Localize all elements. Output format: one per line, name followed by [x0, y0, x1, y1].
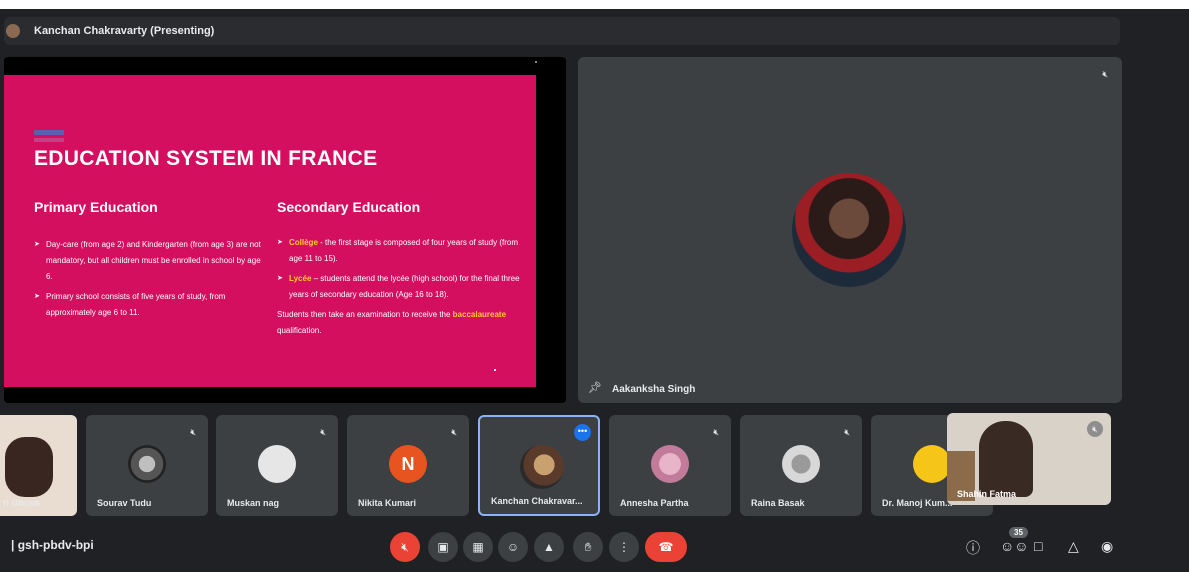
participant-tile[interactable]: 🔇︎ N Nikita Kumari [347, 415, 469, 516]
present-screen-icon[interactable]: ▲ [534, 532, 564, 562]
participant-name: Kanchan Chakravar... [491, 496, 583, 506]
self-view-tile[interactable]: 🔇︎ Shahin Fatma [947, 413, 1111, 505]
participant-tile[interactable]: ri Ghosh [0, 415, 77, 516]
presentation-pane[interactable]: EDUCATION SYSTEM IN FRANCE Primary Educa… [4, 57, 566, 403]
avatar-initial: N [389, 445, 427, 483]
meeting-code-text: gsh-pbdv-bpi [17, 538, 94, 552]
bullet: Primary school consists of five years of… [34, 289, 264, 321]
participant-name: Raina Basak [751, 498, 805, 508]
presenter-label: Kanchan Chakravarty (Presenting) [34, 25, 215, 37]
slide: EDUCATION SYSTEM IN FRANCE Primary Educa… [4, 75, 536, 387]
raise-hand-icon[interactable]: ✋︎ [573, 532, 603, 562]
avatar [913, 445, 951, 483]
participant-name: Annesha Partha [620, 498, 689, 508]
self-video [979, 421, 1033, 497]
meeting-code: | gsh-pbdv-bpi [11, 538, 94, 552]
avatar [792, 173, 906, 287]
more-vert-icon[interactable]: ⋮ [609, 532, 639, 562]
primary-column: Primary Education Day-care (from age 2) … [34, 199, 264, 325]
mic-off-icon: 🔇︎ [844, 427, 850, 437]
mic-off-icon: 🔇︎ [1102, 69, 1108, 79]
primary-heading: Primary Education [34, 199, 158, 215]
mic-off-icon: 🔇︎ [713, 427, 719, 437]
participant-tile[interactable]: 🔇︎ Raina Basak [740, 415, 862, 516]
avatar [520, 445, 564, 489]
mic-off-icon: 🔇︎ [1087, 421, 1103, 437]
slide-note: Students then take an examination to rec… [277, 307, 532, 339]
bullet-text: – students attend the lycée (high school… [289, 274, 520, 299]
slide-accent-band [34, 138, 64, 142]
pin-icon[interactable]: 📌︎ [588, 381, 602, 394]
call-end-icon[interactable]: ☎ [645, 532, 687, 562]
pinned-participant-tile[interactable]: 🔇︎ 📌︎ Aakanksha Singh [578, 57, 1122, 403]
note-text: Students then take an examination to rec… [277, 310, 453, 319]
bullet: Day-care (from age 2) and Kindergarten (… [34, 237, 264, 285]
presenter-avatar [6, 24, 20, 38]
bullet-text: - the first stage is composed of four ye… [289, 238, 518, 263]
info-icon[interactable]: ⓘ [966, 538, 980, 558]
term-lycee: Lycée [289, 274, 312, 283]
participant-name: Muskan nag [227, 498, 280, 508]
people-icon[interactable]: ☺☺ [1000, 538, 1029, 554]
participant-name: Dr. Manoj Kum... [882, 498, 953, 508]
secondary-column: Secondary Education Collège - the first … [277, 199, 532, 339]
slide-marker [494, 369, 496, 371]
participant-tile-selected[interactable]: ••• Kanchan Chakravar... [478, 415, 600, 516]
participant-name: Sourav Tudu [97, 498, 152, 508]
note-tail: qualification. [277, 326, 322, 335]
participant-tile[interactable]: 🔇︎ Annesha Partha [609, 415, 731, 516]
host-controls-icon[interactable]: ◉ [1101, 538, 1113, 555]
slide-accent-band [34, 130, 64, 135]
closed-captions-icon[interactable]: ▦ [463, 532, 493, 562]
mic-off-icon: 🔇︎ [320, 427, 326, 437]
avatar [128, 445, 166, 483]
chat-icon[interactable]: □ [1034, 538, 1042, 554]
emoji-icon[interactable]: ☺ [498, 532, 528, 562]
term-baccalaureate: baccalaureate [452, 310, 507, 319]
avatar [258, 445, 296, 483]
activities-icon[interactable]: △ [1068, 538, 1079, 555]
bullet: Lycée – students attend the lycée (high … [277, 271, 532, 303]
participant-tile[interactable]: 🔇︎ Sourav Tudu [86, 415, 208, 516]
mic-off-icon: 🔇︎ [190, 427, 196, 437]
presenter-bar: Kanchan Chakravarty (Presenting) [4, 17, 1120, 45]
term-college: Collège [289, 238, 318, 247]
avatar [782, 445, 820, 483]
more-options-icon[interactable]: ••• [574, 424, 591, 441]
people-count-badge: 35 [1009, 527, 1028, 538]
avatar [5, 437, 53, 497]
participant-tile[interactable]: 🔇︎ Muskan nag [216, 415, 338, 516]
bullet: Collège - the first stage is composed of… [277, 235, 532, 267]
participant-name: ri Ghosh [3, 498, 41, 508]
participant-name: Nikita Kumari [358, 498, 417, 508]
slide-title: EDUCATION SYSTEM IN FRANCE [34, 147, 378, 170]
meet-window: Kanchan Chakravarty (Presenting) EDUCATI… [0, 9, 1189, 572]
self-name: Shahin Fatma [957, 489, 1017, 499]
control-bar: | gsh-pbdv-bpi 🔇︎ ▣ ▦ ☺ ▲ ✋︎ ⋮ ☎ ⓘ 35 ☺☺… [0, 522, 1189, 572]
mic-off-icon[interactable]: 🔇︎ [390, 532, 420, 562]
slide-marker [535, 61, 537, 63]
participant-name: Aakanksha Singh [612, 384, 696, 395]
secondary-heading: Secondary Education [277, 199, 421, 215]
mic-off-icon: 🔇︎ [451, 427, 457, 437]
videocam-icon[interactable]: ▣ [428, 532, 458, 562]
avatar [651, 445, 689, 483]
